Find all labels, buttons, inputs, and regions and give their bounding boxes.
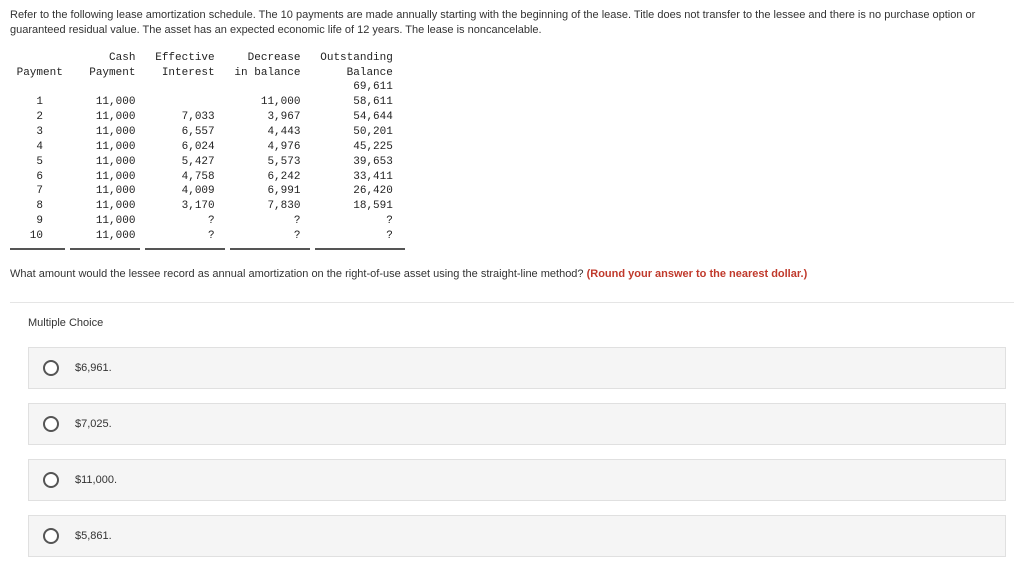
choice-text: $7,025. bbox=[75, 418, 112, 430]
intro-text: Refer to the following lease amortizatio… bbox=[10, 8, 1014, 39]
question-text: What amount would the lessee record as a… bbox=[10, 268, 1014, 280]
multiple-choice-section: Multiple Choice $6,961. $7,025. $11,000.… bbox=[10, 302, 1014, 557]
radio-icon[interactable] bbox=[43, 528, 59, 544]
question-round-hint: (Round your answer to the nearest dollar… bbox=[587, 268, 808, 280]
choice-option[interactable]: $7,025. bbox=[28, 403, 1006, 445]
multiple-choice-label: Multiple Choice bbox=[28, 317, 1006, 329]
amortization-schedule: Cash Effective Decrease Outstanding Paym… bbox=[10, 51, 1014, 244]
radio-icon[interactable] bbox=[43, 416, 59, 432]
choice-option[interactable]: $5,861. bbox=[28, 515, 1006, 557]
choice-text: $6,961. bbox=[75, 362, 112, 374]
table-underline bbox=[10, 248, 410, 250]
radio-icon[interactable] bbox=[43, 472, 59, 488]
question-body: What amount would the lessee record as a… bbox=[10, 268, 587, 280]
choice-option[interactable]: $11,000. bbox=[28, 459, 1006, 501]
choice-text: $5,861. bbox=[75, 530, 112, 542]
choice-option[interactable]: $6,961. bbox=[28, 347, 1006, 389]
radio-icon[interactable] bbox=[43, 360, 59, 376]
choice-text: $11,000. bbox=[75, 474, 117, 486]
